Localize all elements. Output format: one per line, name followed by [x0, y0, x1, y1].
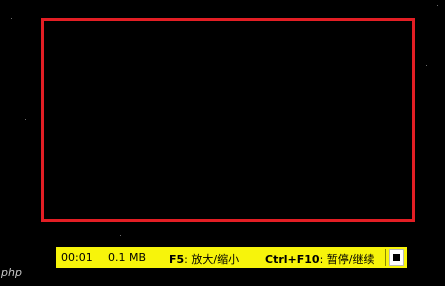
background-speck [25, 119, 26, 120]
zoom-hotkey-hint: F5: 放大/缩小 [169, 251, 239, 267]
stop-icon [393, 254, 400, 261]
background-speck [437, 5, 438, 6]
pause-hotkey-label: : 暂停/继续 [319, 253, 375, 266]
stop-recording-button[interactable] [389, 249, 404, 266]
zoom-hotkey-key: F5 [169, 253, 185, 266]
file-size-readout: 0.1 MB [108, 251, 147, 264]
php-logo-watermark: php [0, 265, 28, 279]
background-speck [11, 18, 12, 19]
pause-hotkey-key: Ctrl+F10 [265, 253, 320, 266]
zoom-hotkey-label: : 放大/缩小 [184, 253, 240, 266]
recorder-toolbar: 00:01 0.1 MB F5: 放大/缩小 Ctrl+F10: 暂停/继续 [56, 247, 407, 268]
svg-text:php: php [0, 266, 22, 279]
recording-timer: 00:01 [61, 251, 93, 264]
background-speck [120, 235, 121, 236]
pause-hotkey-hint: Ctrl+F10: 暂停/继续 [265, 251, 375, 267]
capture-region-frame[interactable] [41, 18, 415, 222]
toolbar-divider [385, 249, 386, 266]
background-speck [426, 65, 427, 66]
desktop-background: 00:01 0.1 MB F5: 放大/缩小 Ctrl+F10: 暂停/继续 p… [0, 0, 445, 286]
php-logo-icon: php [0, 266, 22, 279]
